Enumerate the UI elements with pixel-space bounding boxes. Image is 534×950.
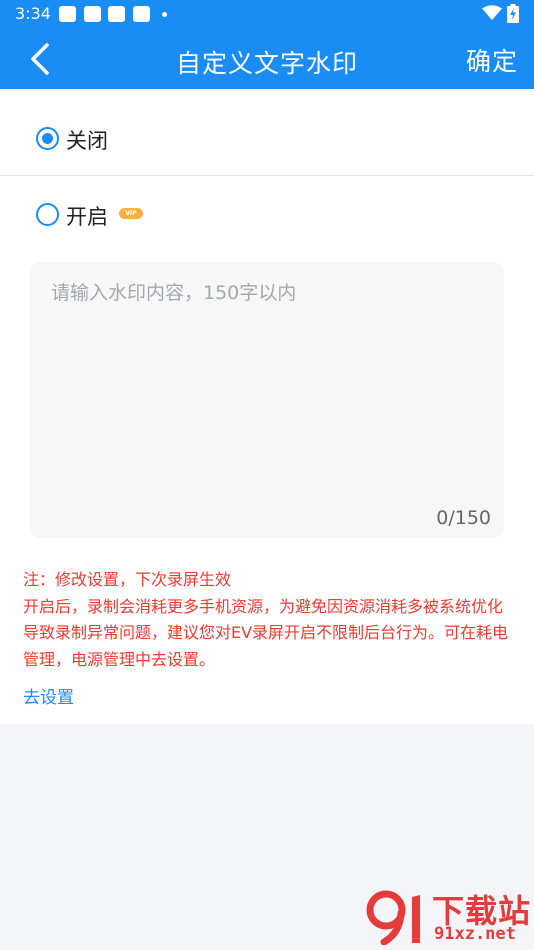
settings-panel: 关闭 开启 VIP 0/150 注：修改设置，下次录屏生效 开启后，录制会消耗更…	[0, 89, 534, 724]
page-title: 自定义文字水印	[175, 49, 358, 78]
confirm-button[interactable]: 确定	[466, 42, 518, 78]
notice-line-2: 开启后，录制会消耗更多手机资源，为避免因资源消耗多被系统优化导致录制异常问题，建…	[23, 596, 509, 669]
option-off-label: 关闭	[66, 129, 108, 153]
char-count: 0/150	[436, 507, 491, 529]
notification-icon	[59, 6, 76, 22]
go-settings-link[interactable]: 去设置	[23, 683, 74, 708]
notice-text: 注：修改设置，下次录屏生效 开启后，录制会消耗更多手机资源，为避免因资源消耗多被…	[23, 567, 513, 673]
option-on-label: 开启	[66, 205, 108, 229]
site-logo-icon	[366, 890, 420, 945]
watermark-text-input[interactable]	[30, 262, 504, 538]
radio-on[interactable]	[36, 203, 59, 226]
status-bar: 3:34	[0, 0, 534, 28]
dot-icon	[162, 12, 167, 17]
site-watermark: 下载站 91xz.net	[366, 887, 531, 947]
radio-off[interactable]	[36, 127, 59, 150]
option-on[interactable]: 开启 VIP	[0, 177, 534, 251]
notification-icon	[133, 6, 150, 22]
notification-icon	[84, 6, 101, 22]
wifi-icon	[482, 5, 502, 20]
notification-icon	[108, 6, 125, 22]
app-bar: 自定义文字水印 确定	[0, 28, 534, 89]
vip-badge: VIP	[119, 208, 143, 219]
divider	[0, 175, 534, 176]
option-off[interactable]: 关闭	[0, 101, 534, 175]
notice-line-1: 注：修改设置，下次录屏生效	[23, 570, 232, 589]
site-watermark-url: 91xz.net	[434, 924, 516, 944]
battery-charging-icon	[507, 4, 519, 23]
status-time: 3:34	[15, 4, 51, 23]
